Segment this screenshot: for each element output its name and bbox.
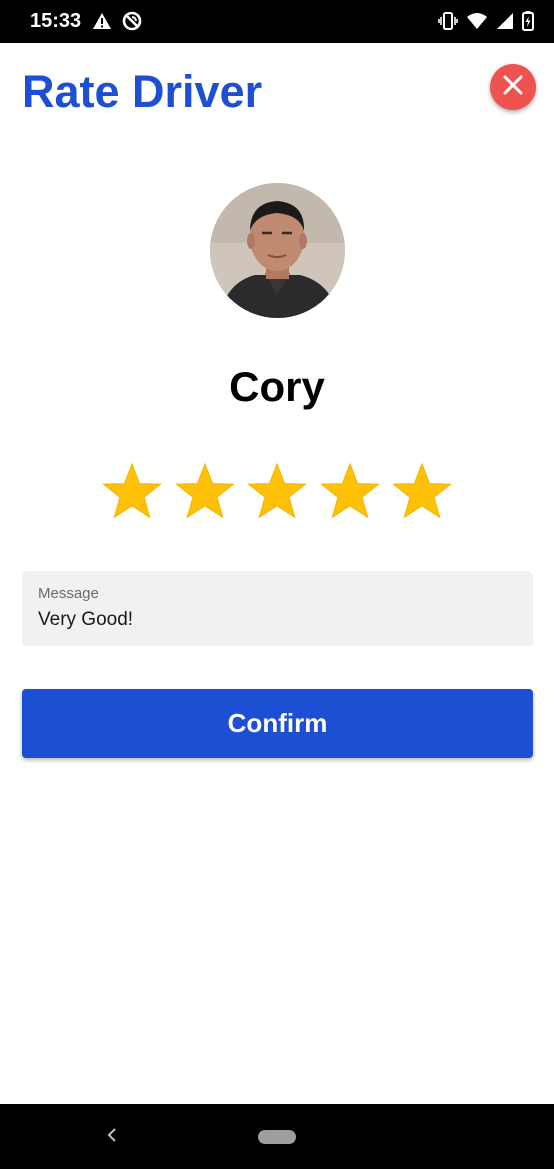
message-field[interactable]: Message Very Good! bbox=[22, 571, 533, 646]
status-bar: 15:33 bbox=[0, 0, 554, 43]
close-button[interactable] bbox=[490, 64, 536, 110]
battery-charging-icon bbox=[522, 11, 534, 36]
close-icon bbox=[502, 74, 524, 101]
status-right-icons bbox=[438, 11, 534, 36]
status-left-icons bbox=[92, 11, 142, 36]
home-pill-icon[interactable] bbox=[258, 1130, 296, 1144]
star-rating[interactable] bbox=[100, 460, 454, 524]
driver-name: Cory bbox=[229, 363, 325, 410]
star-icon[interactable] bbox=[100, 460, 164, 524]
star-icon[interactable] bbox=[318, 460, 382, 524]
vibrate-icon bbox=[438, 12, 458, 35]
status-time: 15:33 bbox=[30, 10, 82, 32]
message-label: Message bbox=[38, 585, 99, 602]
message-input[interactable]: Very Good! bbox=[38, 609, 133, 631]
no-sync-icon bbox=[122, 11, 142, 36]
warning-icon bbox=[92, 12, 112, 35]
star-icon[interactable] bbox=[390, 460, 454, 524]
page-title: Rate Driver bbox=[22, 66, 263, 117]
driver-avatar bbox=[210, 183, 345, 318]
signal-icon bbox=[496, 12, 514, 35]
confirm-button[interactable]: Confirm bbox=[22, 689, 533, 758]
wifi-icon bbox=[466, 12, 488, 35]
star-icon[interactable] bbox=[245, 460, 309, 524]
back-icon[interactable] bbox=[104, 1126, 120, 1149]
star-icon[interactable] bbox=[173, 460, 237, 524]
